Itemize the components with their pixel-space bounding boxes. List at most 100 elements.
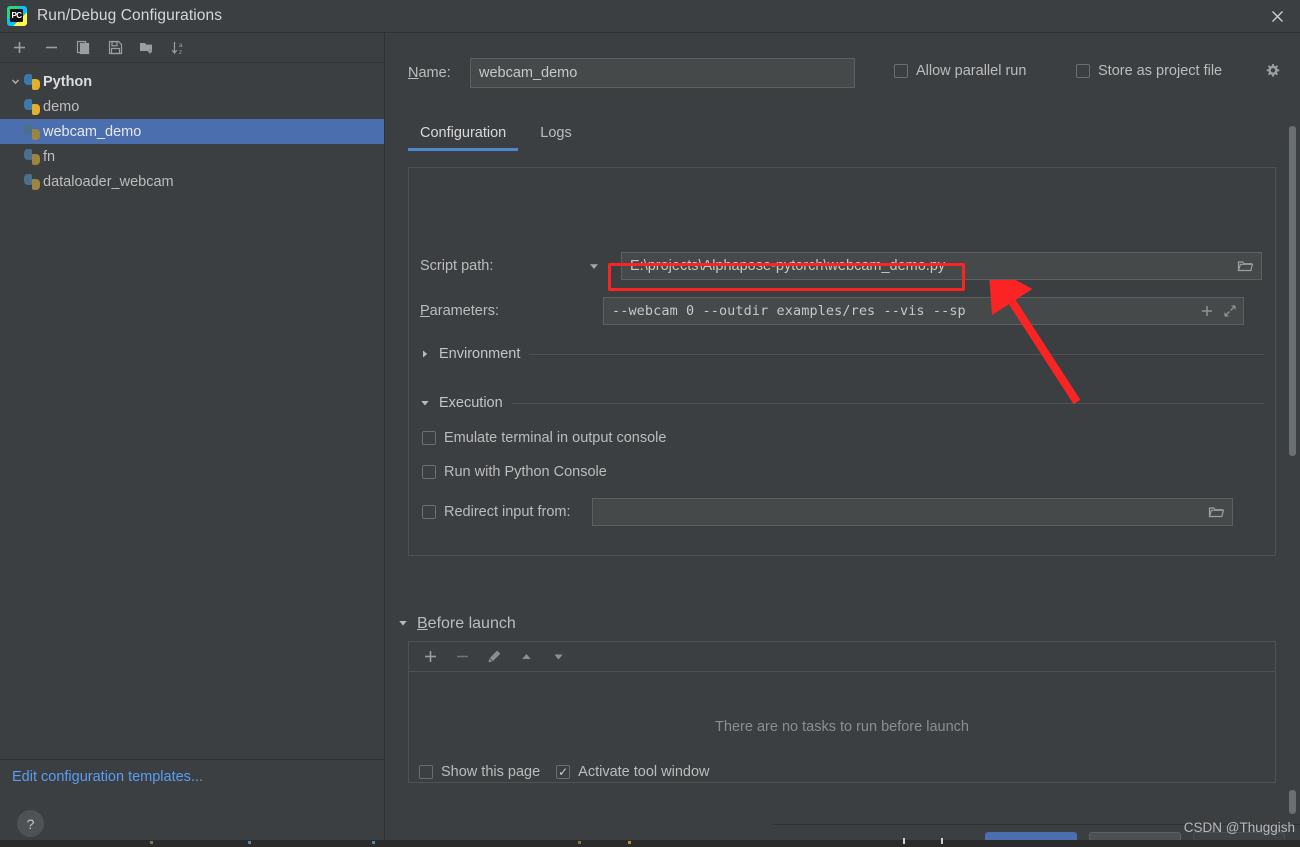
footer-scrollbar-thumb[interactable] [1289, 790, 1296, 814]
run-with-python-console-row[interactable]: Run with Python Console [422, 464, 607, 480]
run-with-python-console-label: Run with Python Console [444, 464, 607, 480]
activate-tool-window-row[interactable]: Activate tool window [556, 764, 710, 780]
sidebar-item-label: dataloader_webcam [43, 173, 174, 190]
before-launch-toolbar [409, 642, 1275, 672]
show-this-page-row[interactable]: Show this page [419, 764, 540, 780]
sidebar-item-label: demo [43, 98, 80, 115]
configuration-editor-panel: Name: Allow parallel run Store as projec… [386, 33, 1300, 847]
sidebar-item-fn[interactable]: fn [0, 144, 384, 169]
new-folder-icon[interactable] [132, 35, 162, 61]
parameters-value: --webcam 0 --outdir examples/res --vis -… [612, 303, 966, 319]
remove-configuration-button[interactable] [36, 35, 66, 61]
allow-parallel-run-label: Allow parallel run [916, 63, 1027, 79]
title-bar: PC Run/Debug Configurations [0, 0, 1300, 33]
python-icon [24, 98, 40, 115]
remove-task-button [447, 644, 477, 670]
tree-group-label: Python [43, 73, 93, 90]
before-launch-label: Before launch [417, 615, 516, 632]
footer-checkbox-row: Show this page Activate tool window [419, 764, 710, 780]
emulate-terminal-row[interactable]: Emulate terminal in output console [422, 430, 666, 446]
panel-scrollbar[interactable] [1288, 126, 1297, 525]
python-icon [24, 123, 40, 140]
add-task-button[interactable] [415, 644, 445, 670]
insert-macro-plus-icon[interactable] [1200, 304, 1214, 318]
panel-scrollbar-thumb[interactable] [1289, 126, 1296, 456]
show-this-page-checkbox[interactable] [419, 765, 433, 779]
execution-section-label: Execution [439, 395, 503, 411]
editor-tabs: Configuration Logs [408, 121, 584, 151]
script-path-row: Script path: E:\projects\Alphapose-pytor… [420, 252, 1262, 280]
allow-parallel-run-row[interactable]: Allow parallel run [894, 63, 1026, 79]
svg-text:z: z [179, 49, 182, 56]
redirect-input-row: Redirect input from: [422, 498, 1233, 526]
run-with-python-console-checkbox[interactable] [422, 465, 436, 479]
help-button[interactable]: ? [17, 810, 44, 837]
sidebar-toolbar: a z [0, 33, 384, 63]
close-icon[interactable] [1254, 0, 1300, 33]
redirect-input-checkbox[interactable] [422, 505, 436, 519]
add-configuration-button[interactable] [4, 35, 34, 61]
sidebar-item-webcam-demo[interactable]: webcam_demo [0, 119, 384, 144]
window-title: Run/Debug Configurations [37, 7, 223, 24]
script-path-label: Script path: [420, 258, 494, 274]
environment-section-label: Environment [439, 346, 521, 362]
chevron-down-icon[interactable] [6, 73, 24, 91]
activate-tool-window-label: Activate tool window [578, 764, 710, 780]
watermark-text: CSDN @Thuggish [1183, 820, 1295, 835]
name-label: Name: [408, 65, 451, 81]
sidebar-item-dataloader-webcam[interactable]: dataloader_webcam [0, 169, 384, 194]
redirect-input-field[interactable] [591, 498, 1233, 526]
sidebar-item-label: fn [43, 148, 56, 165]
configurations-tree: Python demo webcam_demo fn dataloader_we… [0, 63, 384, 194]
emulate-terminal-label: Emulate terminal in output console [444, 430, 667, 446]
triangle-down-icon[interactable] [398, 615, 408, 633]
configurations-sidebar: a z Python demo webcam_demo fn dataloade… [0, 33, 385, 847]
before-launch-header[interactable]: Before launch [398, 615, 1276, 633]
parameters-row: Parameters: --webcam 0 --outdir examples… [420, 297, 1244, 325]
pycharm-logo-icon: PC [7, 6, 27, 26]
environment-section-header[interactable]: Environment [420, 346, 1264, 362]
section-divider [511, 402, 1264, 404]
sidebar-item-demo[interactable]: demo [0, 94, 384, 119]
show-this-page-label: Show this page [441, 764, 541, 780]
activate-tool-window-checkbox[interactable] [556, 765, 571, 779]
script-path-value: E:\projects\Alphapose-pytorch\webcam_dem… [630, 258, 946, 274]
folder-icon[interactable] [1208, 505, 1225, 520]
parameters-label: Parameters: [420, 303, 499, 319]
store-as-project-file-row[interactable]: Store as project file [1076, 63, 1222, 79]
move-task-up-button [511, 644, 541, 670]
name-input[interactable] [470, 58, 855, 88]
execution-section-header[interactable]: Execution [420, 395, 1264, 411]
tab-logs[interactable]: Logs [528, 121, 583, 151]
python-icon [24, 173, 40, 190]
run-debug-configurations-dialog: PC Run/Debug Configurations a z Python d… [0, 0, 1300, 847]
triangle-right-icon[interactable] [420, 349, 430, 359]
background-bleed-strip [0, 838, 1300, 847]
gear-icon[interactable] [1264, 63, 1282, 81]
redirect-input-label: Redirect input from: [444, 504, 571, 520]
section-divider [529, 353, 1264, 355]
store-as-project-file-checkbox[interactable] [1076, 64, 1090, 78]
svg-text:a: a [179, 42, 183, 49]
allow-parallel-run-checkbox[interactable] [894, 64, 908, 78]
configuration-content-box: Script path: E:\projects\Alphapose-pytor… [408, 167, 1276, 556]
tab-configuration[interactable]: Configuration [408, 121, 519, 151]
folder-icon[interactable] [1237, 259, 1254, 274]
emulate-terminal-checkbox[interactable] [422, 431, 436, 445]
before-launch-box: There are no tasks to run before launch [408, 641, 1276, 783]
expand-icon[interactable] [1223, 304, 1237, 318]
store-as-project-file-label: Store as project file [1098, 63, 1223, 79]
script-path-input[interactable]: E:\projects\Alphapose-pytorch\webcam_dem… [621, 252, 1262, 280]
triangle-down-icon[interactable] [420, 398, 430, 408]
sidebar-item-label: webcam_demo [43, 123, 142, 140]
edit-configuration-templates-link[interactable]: Edit configuration templates... [0, 759, 384, 794]
parameters-input[interactable]: --webcam 0 --outdir examples/res --vis -… [603, 297, 1244, 325]
sort-alphabetically-icon[interactable]: a z [164, 35, 194, 61]
python-icon [24, 148, 40, 165]
tree-group-python[interactable]: Python [0, 69, 384, 94]
pencil-icon [479, 644, 509, 670]
chevron-down-icon[interactable] [585, 257, 603, 275]
copy-configuration-button[interactable] [68, 35, 98, 61]
footer-scrollbar[interactable] [1288, 790, 1297, 820]
save-configuration-button[interactable] [100, 35, 130, 61]
